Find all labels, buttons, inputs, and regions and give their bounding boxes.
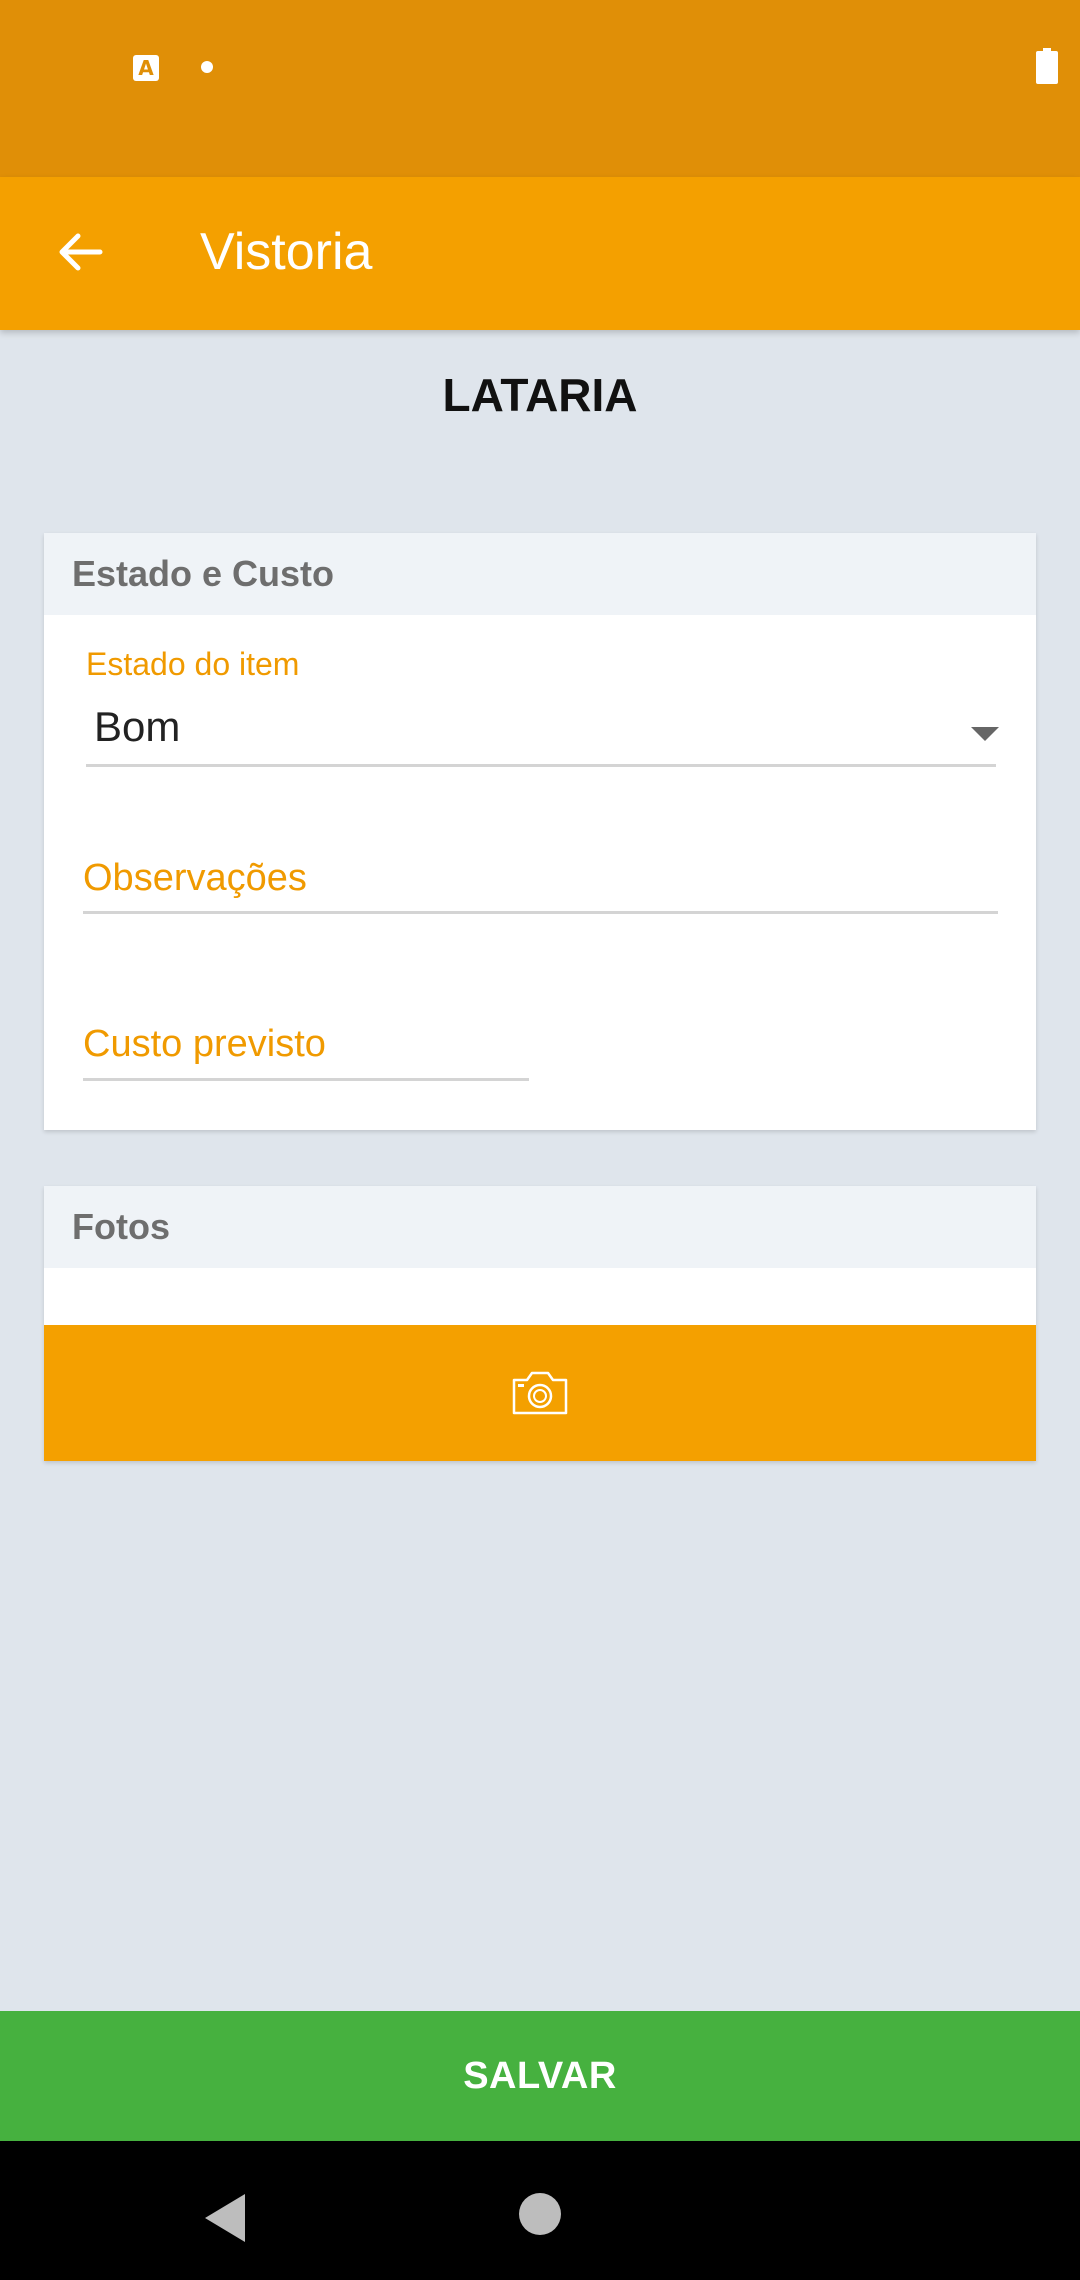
custo-previsto-field[interactable]: Custo previsto <box>83 1001 529 1083</box>
estado-do-item-select[interactable]: Bom <box>86 693 999 767</box>
nav-back-icon[interactable] <box>205 2194 245 2242</box>
app-bar: Vistoria <box>0 177 1080 330</box>
observacoes-field[interactable]: Observações <box>83 833 998 915</box>
custo-previsto-underline <box>83 1078 529 1081</box>
select-underline <box>86 764 996 767</box>
dot-icon <box>201 61 213 73</box>
page-title: LATARIA <box>442 369 638 421</box>
app-bar-title: Vistoria <box>200 223 373 281</box>
nav-home-icon[interactable] <box>519 2193 561 2235</box>
status-bar: A <box>0 0 1080 177</box>
observacoes-underline <box>83 911 998 914</box>
estado-do-item-label: Estado do item <box>86 646 300 682</box>
estado-custo-header: Estado e Custo <box>44 533 1036 615</box>
estado-do-item-value: Bom <box>94 703 181 750</box>
fotos-header: Fotos <box>44 1186 1036 1268</box>
save-button[interactable]: SALVAR <box>0 2011 1080 2141</box>
estado-custo-card: Estado e Custo Estado do item Bom Observ… <box>44 533 1036 1130</box>
add-photo-button[interactable] <box>44 1325 1036 1461</box>
a-badge-icon: A <box>133 55 159 81</box>
arrow-back-icon[interactable] <box>50 222 110 282</box>
camera-icon <box>512 1371 568 1415</box>
battery-icon <box>1036 48 1058 84</box>
chevron-down-icon <box>971 727 999 741</box>
custo-previsto-placeholder: Custo previsto <box>83 1023 326 1065</box>
observacoes-placeholder: Observações <box>83 857 307 899</box>
navigation-bar <box>0 2141 1080 2280</box>
